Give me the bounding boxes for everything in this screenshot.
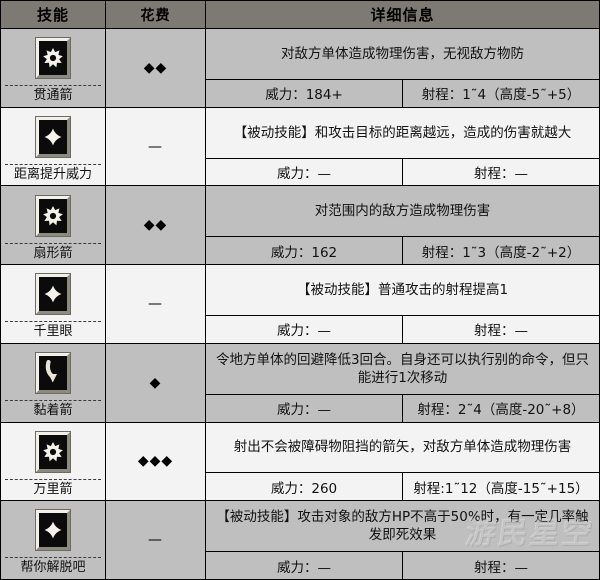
skill-name: 扇形箭 — [5, 242, 101, 261]
skill-cell: 扇形箭 — [0, 185, 106, 266]
starburst-icon — [35, 430, 71, 473]
skill-range: 射程：2˜4（高度-20˜+8） — [402, 394, 599, 422]
skill-power: 威力：184+ — [206, 79, 403, 107]
table-row: 万里箭 ◆◆◆ 射出不会被障碍物阻挡的箭矢，对敌方单体造成物理伤害 威力：260 射程:… — [0, 421, 600, 502]
skill-power: 威力：162 — [206, 236, 403, 265]
skill-description: 令地方单体的回避降低3回合。自身还可以执行别的命令，但只能进行1次移动 — [206, 343, 599, 395]
skill-cost: ◆◆ — [105, 28, 206, 108]
header-detail: 详细信息 — [205, 0, 600, 29]
icon-wrap — [35, 268, 71, 320]
starburst-icon — [35, 194, 71, 237]
skill-range: 射程：— — [402, 551, 599, 579]
skill-description: 【被动技能】普通攻击的射程提高1 — [206, 265, 599, 317]
skill-power: 威力：260 — [206, 472, 403, 501]
table-row: 扇形箭 ◆◆ 对范围内的敌方造成物理伤害 威力：162 射程：1˜3（高度-2˜+2） — [0, 185, 600, 266]
table-body: 贯通箭 ◆◆ 对敌方单体造成物理伤害，无视敌方物防 威力：184+ 射程：1˜4（高度-… — [0, 28, 600, 580]
skill-cell: 万里箭 — [0, 421, 106, 502]
skill-name: 距离提升威力 — [5, 163, 101, 182]
table-row: 贯通箭 ◆◆ 对敌方单体造成物理伤害，无视敌方物防 威力：184+ 射程：1˜4（高度-… — [0, 28, 600, 108]
skill-detail: 【被动技能】和攻击目标的距离越远，造成的伤害就越大 威力：— 射程：— — [205, 106, 600, 187]
skill-description: 对敌方单体造成物理伤害，无视敌方物防 — [206, 29, 599, 80]
table-row: 千里眼 — 【被动技能】普通攻击的射程提高1 威力：— 射程：— — [0, 264, 600, 344]
skill-power: 威力：— — [206, 315, 403, 343]
header-skill: 技能 — [0, 0, 106, 29]
header-row: 技能 花费 详细信息 — [0, 0, 600, 29]
skill-power: 威力：— — [206, 551, 403, 579]
skill-power: 威力：— — [206, 394, 403, 422]
skill-power: 威力：— — [206, 158, 403, 186]
skill-cost: ◆◆◆ — [105, 421, 206, 502]
skill-description: 【被动技能】和攻击目标的距离越远，造成的伤害就越大 — [206, 107, 599, 159]
skill-detail: 射出不会被障碍物阻挡的箭矢，对敌方单体造成物理伤害 威力：260 射程:1˜12（高… — [205, 421, 600, 502]
skill-range: 射程：— — [402, 315, 599, 343]
curved-arrow-icon — [35, 352, 71, 395]
skill-table: 技能 花费 详细信息 贯通箭 ◆◆ 对敌方单体造成物理伤害，无视敌方物防 威力：184… — [0, 0, 600, 580]
skill-cost: ◆ — [105, 342, 206, 423]
icon-wrap — [35, 32, 71, 84]
skill-name: 千里眼 — [5, 321, 101, 339]
skill-range: 射程：1˜3（高度-2˜+2） — [402, 236, 599, 265]
skill-cell: 黏着箭 — [0, 342, 106, 423]
diamond-icon — [35, 509, 71, 552]
icon-wrap — [35, 347, 71, 399]
starburst-icon — [35, 37, 71, 80]
skill-name: 贯通箭 — [5, 85, 101, 103]
skill-cost: — — [105, 500, 206, 580]
diamond-icon — [35, 115, 71, 158]
skill-description: 射出不会被障碍物阻挡的箭矢，对敌方单体造成物理伤害 — [206, 422, 599, 474]
skill-name: 帮你解脱吧 — [5, 557, 101, 575]
skill-cell: 距离提升威力 — [0, 106, 106, 187]
skill-cell: 贯通箭 — [0, 28, 106, 108]
icon-wrap — [35, 111, 71, 163]
table-header: 技能 花费 详细信息 — [0, 0, 600, 29]
icon-wrap — [35, 426, 71, 478]
icon-wrap — [35, 190, 71, 242]
skill-cell: 千里眼 — [0, 264, 106, 344]
skill-detail: 【被动技能】普通攻击的射程提高1 威力：— 射程：— — [205, 264, 600, 344]
table-row: 黏着箭 ◆ 令地方单体的回避降低3回合。自身还可以执行别的命令，但只能进行1次移动威… — [0, 342, 600, 423]
skill-range: 射程:1˜12（高度-15˜+15） — [402, 472, 599, 501]
skill-description: 对范围内的敌方造成物理伤害 — [206, 186, 599, 238]
skill-description: 【被动技能】攻击对象的敌方HP不高于50%时，有一定几率触发即死效果 — [206, 501, 599, 553]
skill-detail: 对敌方单体造成物理伤害，无视敌方物防 威力：184+ 射程：1˜4（高度-5˜+5） — [205, 28, 600, 108]
diamond-icon — [35, 273, 71, 316]
skill-cell: 帮你解脱吧 — [0, 500, 106, 580]
skill-detail: 令地方单体的回避降低3回合。自身还可以执行别的命令，但只能进行1次移动 威力：— 射… — [205, 342, 600, 423]
skill-detail: 对范围内的敌方造成物理伤害 威力：162 射程：1˜3（高度-2˜+2） — [205, 185, 600, 266]
skill-range: 射程：1˜4（高度-5˜+5） — [402, 79, 599, 107]
table-row: 距离提升威力 — 【被动技能】和攻击目标的距离越远，造成的伤害就越大 威力：— 射程：— — [0, 106, 600, 187]
skill-name: 万里箭 — [5, 478, 101, 497]
skill-cost: — — [105, 264, 206, 344]
skill-range: 射程：— — [402, 158, 599, 186]
skill-cost: ◆◆ — [105, 185, 206, 266]
table-row: 帮你解脱吧 — 【被动技能】攻击对象的敌方HP不高于50%时，有一定几率触发即死效果… — [0, 500, 600, 580]
skill-cost: — — [105, 106, 206, 187]
skill-name: 黏着箭 — [5, 400, 101, 418]
skill-detail: 【被动技能】攻击对象的敌方HP不高于50%时，有一定几率触发即死效果 威力：— 射程… — [205, 500, 600, 580]
header-cost: 花费 — [105, 0, 206, 29]
icon-wrap — [35, 504, 71, 556]
